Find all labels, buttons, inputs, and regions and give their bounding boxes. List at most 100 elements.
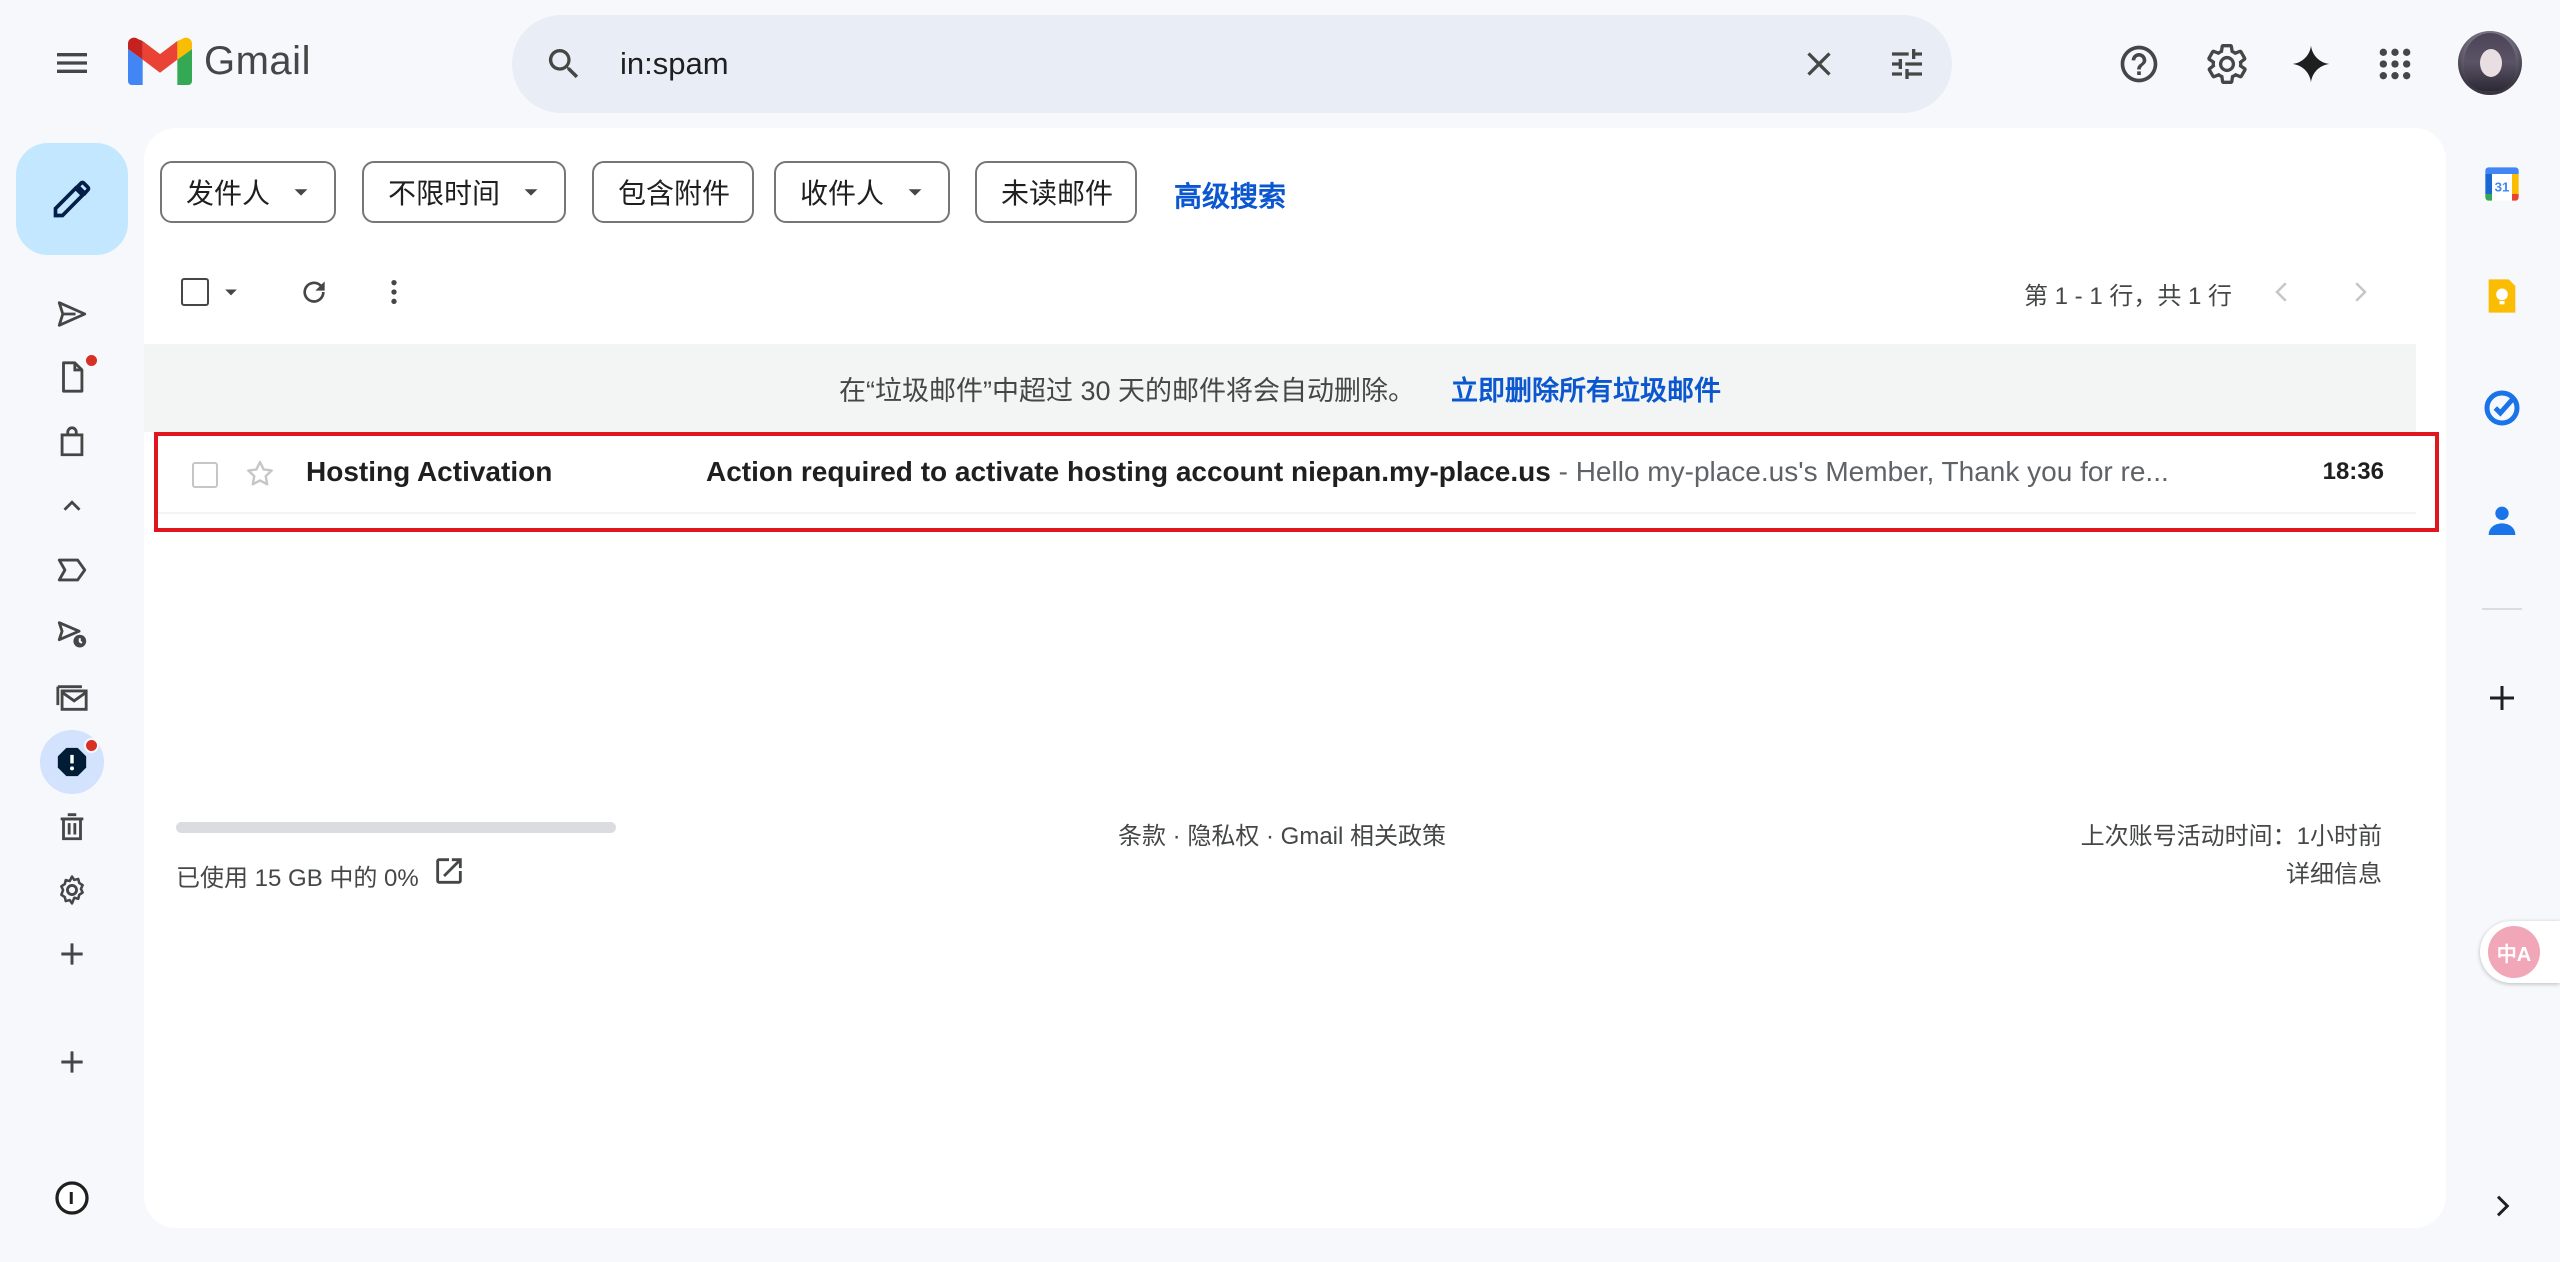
sidebar-add-button[interactable] — [40, 1030, 104, 1094]
calendar-icon: 31 — [2485, 167, 2519, 201]
sidebar-item-purchases[interactable] — [40, 410, 104, 474]
gemini-button[interactable] — [2281, 34, 2341, 94]
sidebar-item-manage-labels[interactable] — [40, 858, 104, 922]
footer-policy-links[interactable]: 条款 · 隐私权 · Gmail 相关政策 — [1118, 816, 1446, 851]
apps-button[interactable] — [2365, 34, 2425, 94]
scheduled-send-icon — [57, 621, 87, 648]
sidebar-item-important[interactable] — [40, 538, 104, 602]
caret-down-icon — [294, 189, 308, 196]
open-in-new-icon — [436, 858, 462, 884]
chevron-up-icon — [63, 500, 81, 511]
next-page-button[interactable] — [2336, 268, 2384, 316]
filter-chip-unread[interactable]: 未读邮件 — [975, 161, 1138, 223]
settings-button[interactable] — [2197, 34, 2257, 94]
spam-notice-banner: 在“垃圾邮件”中超过 30 天的邮件将会自动删除。 立即删除所有垃圾邮件 — [144, 344, 2416, 432]
side-panel-contacts[interactable] — [2472, 490, 2532, 550]
filter-chip-from[interactable]: 发件人 — [160, 161, 337, 223]
svg-text:31: 31 — [2495, 180, 2510, 195]
pencil-icon — [53, 180, 91, 218]
filter-chip-to[interactable]: 收件人 — [774, 161, 951, 223]
advanced-search-link[interactable]: 高级搜索 — [1174, 175, 1286, 215]
search-bar[interactable] — [512, 15, 1952, 113]
side-panel-keep[interactable] — [2472, 266, 2532, 326]
main-menu-button[interactable] — [42, 33, 102, 93]
search-button[interactable] — [534, 34, 594, 94]
filter-chip-label: 发件人 — [186, 178, 271, 209]
draft-file-icon — [62, 361, 84, 393]
chevron-right-icon — [2355, 282, 2367, 302]
one-password-icon — [55, 1181, 89, 1215]
email-row[interactable]: Hosting Activation Action required to ac… — [154, 432, 2416, 514]
select-all-button[interactable] — [176, 268, 246, 316]
search-icon — [548, 49, 579, 79]
delete-all-spam-link[interactable]: 立即删除所有垃圾邮件 — [1451, 369, 1721, 408]
plus-icon — [61, 943, 83, 965]
search-options-button[interactable] — [1877, 34, 1937, 94]
translate-icon: 中A — [2488, 926, 2540, 978]
chevron-right-icon — [2496, 1195, 2510, 1217]
side-panel-toggle[interactable] — [2472, 1176, 2532, 1236]
star-icon[interactable] — [244, 458, 276, 490]
send-icon — [57, 301, 87, 327]
caret-down-icon — [524, 189, 538, 196]
shopping-bag-icon — [60, 426, 84, 457]
clear-search-icon — [1807, 52, 1831, 76]
email-sender: Hosting Activation — [306, 456, 553, 487]
sidebar-item-drafts[interactable] — [40, 345, 104, 409]
spam-notice-text: 在“垃圾邮件”中超过 30 天的邮件将会自动删除。 — [838, 375, 1416, 406]
help-button[interactable] — [2109, 34, 2169, 94]
activity-details-link[interactable]: 详细信息 — [2286, 854, 2382, 889]
drafts-badge — [84, 353, 99, 368]
storage-usage-text: 已使用 15 GB 中的 0% — [176, 865, 419, 892]
sidebar-item-all-mail[interactable] — [40, 666, 104, 730]
email-subject: Action required to activate hosting acco… — [706, 456, 1551, 487]
filter-chip-label: 不限时间 — [388, 178, 501, 209]
email-row-checkbox[interactable] — [192, 462, 218, 488]
refresh-button[interactable] — [290, 268, 338, 316]
manage-storage-button[interactable] — [432, 854, 466, 888]
sidebar-item-trash[interactable] — [40, 794, 104, 858]
keep-icon — [2488, 279, 2516, 313]
filter-chip-time[interactable]: 不限时间 — [362, 161, 567, 223]
sidebar-extension-button[interactable] — [40, 1166, 104, 1230]
more-vert-icon — [391, 280, 397, 304]
pagination-text: 第 1 - 1 行，共 1 行 — [2024, 283, 2233, 310]
gemini-icon — [2292, 45, 2330, 83]
apps-grid-icon — [2379, 48, 2411, 80]
chevron-left-icon — [2275, 282, 2287, 302]
email-snippet: - Hello my-place.us's Member, Thank you … — [1550, 456, 2169, 487]
gear-icon — [60, 875, 84, 905]
side-panel-add-addon[interactable] — [2472, 668, 2532, 728]
sidebar-item-sent[interactable] — [40, 282, 104, 346]
sidebar-create-label[interactable] — [40, 922, 104, 986]
settings-icon — [2207, 44, 2247, 84]
spam-badge — [84, 738, 99, 753]
search-input[interactable] — [620, 41, 1620, 87]
help-icon — [2120, 45, 2158, 83]
select-all-checkbox[interactable] — [181, 278, 209, 306]
contacts-icon — [2488, 506, 2516, 535]
storage-usage-bar — [176, 822, 616, 833]
gmail-logo[interactable]: Gmail — [128, 36, 311, 86]
email-subject-line: Action required to activate hosting acco… — [706, 456, 2206, 488]
account-avatar[interactable] — [2458, 31, 2522, 95]
menu-icon — [57, 53, 87, 73]
clear-search-button[interactable] — [1789, 34, 1849, 94]
more-actions-button[interactable] — [370, 268, 418, 316]
sidebar-item-spam[interactable] — [40, 730, 104, 794]
trash-icon — [60, 813, 84, 841]
side-panel-tasks[interactable] — [2472, 378, 2532, 438]
all-mail-icon — [56, 685, 88, 711]
search-options-icon — [1892, 49, 1922, 79]
filter-chip-attachment[interactable]: 包含附件 — [592, 161, 755, 223]
gmail-wordmark: Gmail — [204, 38, 311, 83]
translate-extension-button[interactable]: 中A — [2480, 921, 2560, 983]
sidebar-collapse-toggle[interactable] — [40, 474, 104, 538]
compose-button[interactable] — [16, 143, 128, 255]
side-panel-calendar[interactable]: 31 — [2472, 154, 2532, 214]
sidebar-item-scheduled[interactable] — [40, 602, 104, 666]
filter-chip-label: 未读邮件 — [1001, 178, 1114, 209]
plus-icon — [61, 1051, 83, 1073]
tasks-icon — [2484, 390, 2520, 426]
prev-page-button[interactable] — [2258, 268, 2306, 316]
